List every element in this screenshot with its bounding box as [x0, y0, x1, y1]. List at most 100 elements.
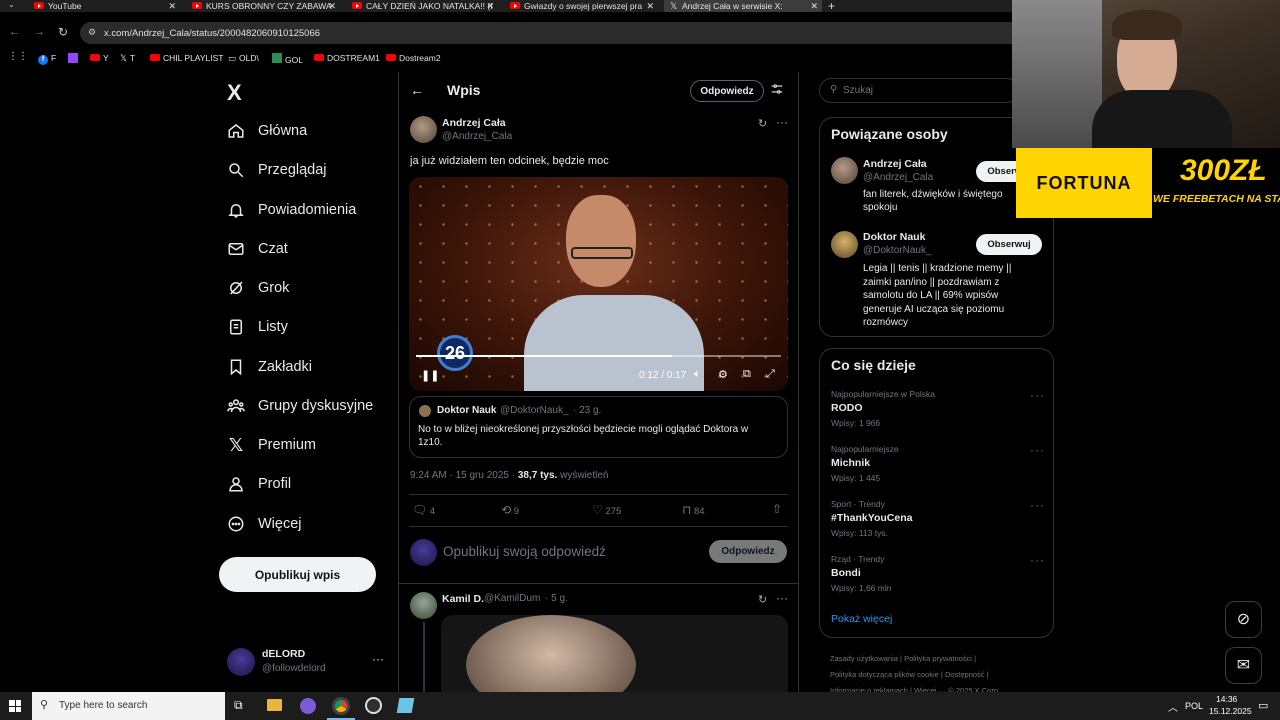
- tab-search-button[interactable]: ⌄: [8, 0, 15, 9]
- bookmark-twitch[interactable]: [68, 53, 81, 65]
- close-icon[interactable]: ✕: [328, 0, 336, 12]
- bookmark-dostream2[interactable]: Dostream2: [386, 53, 441, 63]
- more-icon[interactable]: ···: [372, 652, 384, 666]
- reply-input[interactable]: Opublikuj swoją odpowiedź: [443, 544, 606, 559]
- more-icon[interactable]: ···: [1030, 498, 1045, 512]
- nav-premium[interactable]: 𝕏 Premium: [227, 430, 316, 460]
- nav-explore[interactable]: Przeglądaj: [227, 155, 327, 185]
- back-arrow-icon[interactable]: ←: [410, 82, 424, 98]
- more-icon[interactable]: ···: [1030, 388, 1045, 402]
- more-icon[interactable]: ···: [776, 591, 788, 605]
- repost-action[interactable]: ⟲ 9: [501, 503, 519, 517]
- language-indicator[interactable]: POL: [1185, 701, 1203, 711]
- reply-avatar[interactable]: [410, 592, 437, 619]
- taskbar-search[interactable]: ⚲ Type here to search: [32, 692, 225, 720]
- related-avatar[interactable]: [831, 157, 858, 184]
- nav-grok[interactable]: Grok: [227, 273, 289, 303]
- grok-icon[interactable]: ↻: [758, 117, 767, 130]
- trend-item[interactable]: Rząd · Trendy Bondi Wpisy: 1,66 mln: [831, 554, 1041, 593]
- notification-icon[interactable]: ▭: [1258, 699, 1268, 712]
- like-action[interactable]: ♡ 275: [592, 503, 621, 517]
- apps-icon[interactable]: ⋮⋮: [8, 51, 28, 62]
- back-icon[interactable]: ←: [9, 26, 20, 38]
- close-icon[interactable]: ✕: [486, 0, 494, 12]
- account-switcher[interactable]: dELORD @followdelord ···: [227, 646, 387, 678]
- footer-link[interactable]: Zasady użytkowania: [830, 654, 898, 663]
- tab-youtube[interactable]: YouTube ✕: [30, 0, 180, 12]
- reply-handle[interactable]: @KamilDum: [484, 593, 540, 604]
- volume-icon[interactable]: 🔈︎: [694, 368, 701, 381]
- fullscreen-icon[interactable]: ⤢: [766, 368, 775, 381]
- nav-more[interactable]: Więcej: [227, 509, 302, 539]
- related-name[interactable]: Doktor Nauk: [863, 231, 925, 243]
- related-handle[interactable]: @Andrzej_Cala: [863, 172, 933, 183]
- share-icon[interactable]: ⇧: [772, 502, 782, 516]
- reply-author[interactable]: Kamil D.: [442, 593, 484, 605]
- clock-time[interactable]: 14:36: [1216, 694, 1237, 704]
- grok-icon[interactable]: ↻: [758, 593, 767, 606]
- reply-submit-button[interactable]: Odpowiedz: [709, 540, 787, 563]
- task-view-icon[interactable]: ⧉: [234, 698, 243, 713]
- site-info-icon[interactable]: ⚙: [88, 27, 96, 38]
- author-name[interactable]: Andrzej Cała: [442, 117, 506, 129]
- close-icon[interactable]: ✕: [810, 0, 818, 12]
- pause-icon[interactable]: ❚❚: [421, 369, 439, 382]
- forward-icon[interactable]: →: [34, 26, 45, 38]
- app-icon[interactable]: [300, 698, 316, 714]
- filter-icon[interactable]: [770, 81, 784, 97]
- footer-link[interactable]: Polityka dotycząca plików cookie: [830, 670, 939, 679]
- file-explorer-icon[interactable]: [267, 699, 282, 711]
- nav-lists[interactable]: Listy: [227, 312, 288, 342]
- bookmark-y[interactable]: Y: [90, 53, 109, 63]
- related-handle[interactable]: @DoktorNauk_: [863, 245, 932, 256]
- settings-icon[interactable]: ⚙: [718, 368, 728, 381]
- bookmark-gol[interactable]: GOL: [272, 53, 303, 65]
- more-icon[interactable]: ···: [776, 115, 788, 129]
- show-more-link[interactable]: Pokaż więcej: [831, 613, 892, 625]
- clock-date[interactable]: 15.12.2025: [1209, 706, 1252, 716]
- tab-gwiazdy[interactable]: Gwiazdy o swojej pierwszej pra ✕: [506, 0, 658, 12]
- reload-icon[interactable]: ↻: [58, 25, 68, 39]
- video-progress-track[interactable]: [416, 355, 781, 357]
- messages-float-button[interactable]: ✉: [1225, 647, 1262, 684]
- bookmark-dostream1[interactable]: DOSTREAM1: [314, 53, 380, 63]
- reply-action[interactable]: 🗨︎ 4: [412, 503, 435, 517]
- obs-icon[interactable]: [365, 697, 382, 714]
- related-avatar[interactable]: [831, 231, 858, 258]
- search-input[interactable]: ⚲ Szukaj: [819, 78, 1019, 103]
- post-button[interactable]: Opublikuj wpis: [219, 557, 376, 592]
- app-icon[interactable]: [396, 698, 415, 713]
- tray-chevron-icon[interactable]: ︿: [1168, 699, 1178, 714]
- nav-notifications[interactable]: Powiadomienia: [227, 195, 356, 225]
- footer-link[interactable]: Dostępność: [945, 670, 985, 679]
- tab-kurs[interactable]: KURS OBRONNY CZY ZABAWA ✕: [188, 0, 340, 12]
- close-icon[interactable]: ✕: [168, 0, 176, 12]
- nav-chat[interactable]: Czat: [227, 234, 288, 264]
- author-avatar[interactable]: [410, 116, 437, 143]
- more-icon[interactable]: ···: [1030, 443, 1045, 457]
- bookmark-t[interactable]: 𝕏T: [120, 53, 135, 64]
- nav-profile[interactable]: Profil: [227, 469, 291, 499]
- close-icon[interactable]: ✕: [646, 0, 654, 12]
- bookmark-f[interactable]: fF: [38, 53, 56, 65]
- quoted-tweet[interactable]: Doktor Nauk @DoktorNauk_ · 23 g. No to w…: [409, 396, 788, 458]
- more-icon[interactable]: ···: [1030, 553, 1045, 567]
- trend-item[interactable]: Najpopularniejsze w Polska RODO Wpisy: 1 9…: [831, 389, 1041, 428]
- nav-home[interactable]: Główna: [227, 116, 307, 146]
- trend-item[interactable]: Najpopularniejsze Michnik Wpisy: 1 445: [831, 444, 1041, 483]
- reply-media[interactable]: [441, 615, 788, 692]
- bookmark-action[interactable]: ⊓ 84: [682, 503, 705, 517]
- new-tab-button[interactable]: +: [828, 0, 835, 13]
- tab-natalka[interactable]: CAŁY DZIEŃ JAKO NATALKA!! (f ✕: [348, 0, 498, 12]
- chrome-icon[interactable]: [332, 697, 350, 715]
- nav-bookmarks[interactable]: Zakładki: [227, 352, 312, 382]
- trend-item[interactable]: Sport · Trendy #ThankYouCena Wpisy: 113 ty…: [831, 499, 1041, 538]
- tab-active-x[interactable]: 𝕏 Andrzej Cała w serwisie X: ✕: [664, 0, 822, 12]
- x-logo[interactable]: X: [227, 80, 242, 106]
- pip-icon[interactable]: ⧉: [743, 368, 751, 381]
- follow-button[interactable]: Obserwuj: [976, 234, 1042, 255]
- reply-header-button[interactable]: Odpowiedz: [690, 80, 764, 102]
- bookmark-old[interactable]: ▭ OLD\: [228, 53, 259, 64]
- footer-link[interactable]: Polityka prywatności: [904, 654, 972, 663]
- related-name[interactable]: Andrzej Cała: [863, 158, 927, 170]
